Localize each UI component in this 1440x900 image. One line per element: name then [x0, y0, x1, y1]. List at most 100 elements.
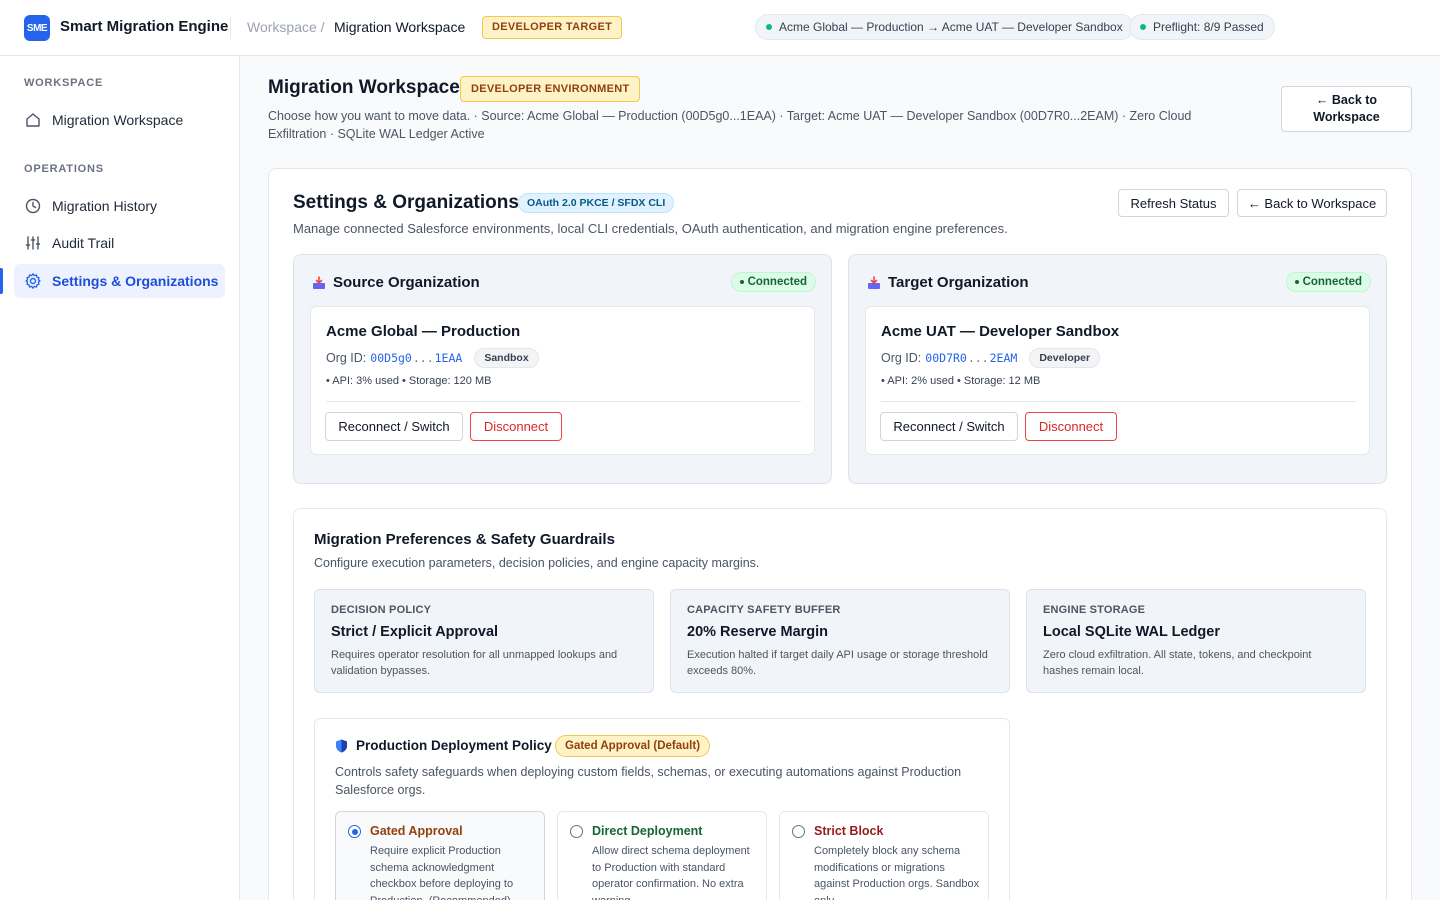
tile-value: 20% Reserve Margin — [687, 624, 829, 640]
reconnect-button[interactable]: Reconnect / Switch — [325, 412, 463, 441]
environment-badge: DEVELOPER ENVIRONMENT — [460, 76, 641, 102]
policy-title-text: Production Deployment Policy — [356, 738, 552, 753]
sidebar-item-label: Migration History — [52, 198, 158, 214]
disconnect-button[interactable]: Disconnect — [1025, 412, 1117, 441]
org-details-card: Acme Global — Production Org ID: 00D5g0.… — [310, 306, 815, 455]
tile-value: Local SQLite WAL Ledger — [1043, 624, 1220, 640]
target-org-panel: Target Organization Connected Acme UAT —… — [848, 254, 1387, 484]
divider — [326, 401, 801, 402]
back-to-workspace-button[interactable]: ← Back to Workspace — [1237, 189, 1387, 217]
settings-subtitle: Manage connected Salesforce environments… — [293, 221, 1008, 236]
org-usage-meta: • API: 3% used • Storage: 120 MB — [326, 375, 492, 387]
option-description: Completely block any schema modification… — [814, 845, 980, 900]
org-id-start: 00D7R0 — [925, 351, 967, 365]
org-heading-text: Target Organization — [888, 274, 1029, 291]
connection-status-pill[interactable]: Acme Global — Production → Acme UAT — De… — [755, 14, 1134, 40]
org-details-card: Acme UAT — Developer Sandbox Org ID: 00D… — [865, 306, 1370, 455]
status-text: Connected — [747, 276, 807, 288]
tile-value: Strict / Explicit Approval — [331, 624, 499, 640]
reconnect-button[interactable]: Reconnect / Switch — [880, 412, 1018, 441]
org-id-end: 1EAA — [434, 351, 463, 365]
clock-icon — [25, 198, 41, 214]
breadcrumb-current: Migration Workspace — [334, 19, 466, 35]
breadcrumb-workspace[interactable]: Workspace / — [247, 19, 325, 35]
tile-label: CAPACITY SAFETY BUFFER — [687, 604, 841, 616]
policy-option-gated-approval[interactable]: Gated Approval Require explicit Producti… — [335, 811, 545, 900]
sidebar-section-operations: OPERATIONS — [24, 163, 104, 175]
policy-subtitle: Controls safety safeguards when deployin… — [335, 765, 962, 797]
policy-option-strict-block[interactable]: Strict Block Completely block any schema… — [779, 811, 989, 900]
divider — [230, 17, 231, 39]
option-description: Require explicit Production schema ackno… — [370, 845, 514, 900]
org-name: Acme UAT — Developer Sandbox — [881, 323, 1120, 340]
target-badge: DEVELOPER TARGET — [482, 16, 623, 39]
option-title: Direct Deployment — [592, 824, 703, 838]
sidebar-item-label: Audit Trail — [52, 235, 115, 251]
status-dot-icon — [766, 24, 772, 30]
org-type-tag: Developer — [1029, 348, 1101, 368]
sidebar-item-label: Settings & Organizations — [52, 273, 219, 289]
sidebar-item-label: Migration Workspace — [52, 112, 184, 128]
app-logo[interactable]: SME — [24, 15, 50, 41]
sidebar-item-settings[interactable]: Settings & Organizations — [14, 264, 225, 298]
org-id: Org ID: 00D7R0... 2EAM Developer — [881, 348, 1101, 368]
disconnect-button[interactable]: Disconnect — [470, 412, 562, 441]
active-indicator — [0, 268, 3, 294]
gear-icon — [25, 273, 41, 289]
policy-option-direct-deployment[interactable]: Direct Deployment Allow direct schema de… — [557, 811, 767, 900]
policy-title: Production Deployment Policy — [335, 738, 552, 753]
status-badge: Connected — [730, 272, 816, 292]
engine-storage-tile: ENGINE STORAGE Local SQLite WAL Ledger Z… — [1026, 589, 1366, 693]
sidebar-section-workspace: WORKSPACE — [24, 77, 104, 89]
shield-icon — [336, 739, 347, 752]
org-name: Acme Global — Production — [326, 323, 521, 340]
preflight-text: Preflight: 8/9 Passed — [1153, 20, 1264, 34]
org-id-end: 2EAM — [989, 351, 1018, 365]
status-dot-icon — [1140, 24, 1146, 30]
tile-description: Execution halted if target daily API usa… — [687, 649, 988, 677]
source-org-heading: Source Organization — [312, 274, 480, 291]
page-title: Migration Workspace — [268, 77, 460, 98]
back-to-workspace-button[interactable]: ← Back to Workspace — [1281, 86, 1412, 132]
app-title: Smart Migration Engine — [60, 18, 229, 35]
inbox-tray-icon — [868, 275, 880, 289]
status-badge: Connected — [1285, 272, 1371, 292]
home-icon — [26, 113, 40, 127]
org-id-label: Org ID: — [326, 351, 367, 365]
preferences-title: Migration Preferences & Safety Guardrail… — [314, 531, 615, 548]
sliders-icon — [25, 236, 41, 250]
org-id-separator: ... — [412, 351, 434, 365]
connection-status-text: Acme Global — Production → Acme UAT — De… — [779, 20, 1123, 34]
tile-label: ENGINE STORAGE — [1043, 604, 1146, 616]
radio-button[interactable] — [570, 825, 583, 838]
preflight-pill[interactable]: Preflight: 8/9 Passed — [1129, 14, 1275, 40]
tile-description: Requires operator resolution for all unm… — [331, 649, 618, 677]
org-id-separator: ... — [967, 351, 989, 365]
org-type-tag: Sandbox — [474, 348, 539, 368]
page-subtitle: Choose how you want to move data. · Sour… — [268, 109, 1192, 141]
capacity-buffer-tile: CAPACITY SAFETY BUFFER 20% Reserve Margi… — [670, 589, 1010, 693]
sidebar: WORKSPACE Migration Workspace OPERATIONS… — [0, 56, 240, 900]
status-dot-icon — [739, 280, 744, 284]
divider — [881, 401, 1356, 402]
option-description: Allow direct schema deployment to Produc… — [592, 845, 750, 900]
preferences-subtitle: Configure execution parameters, decision… — [314, 556, 760, 570]
radio-button[interactable] — [348, 825, 361, 838]
sidebar-item-migration-history[interactable]: Migration History — [14, 189, 225, 223]
org-id: Org ID: 00D5g0... 1EAA Sandbox — [326, 348, 539, 368]
policy-default-badge: Gated Approval (Default) — [555, 735, 711, 757]
tile-label: DECISION POLICY — [331, 604, 432, 616]
sidebar-item-audit-trail[interactable]: Audit Trail — [14, 226, 225, 260]
tile-description: Zero cloud exfiltration. All state, toke… — [1043, 649, 1312, 677]
status-text: Connected — [1302, 276, 1362, 288]
settings-title: Settings & Organizations — [293, 192, 519, 213]
org-id-label: Org ID: — [881, 351, 922, 365]
sidebar-item-migration-workspace[interactable]: Migration Workspace — [14, 103, 225, 137]
radio-button[interactable] — [792, 825, 805, 838]
source-org-panel: Source Organization Connected Acme Globa… — [293, 254, 832, 484]
org-heading-text: Source Organization — [333, 274, 480, 291]
decision-policy-tile: DECISION POLICY Strict / Explicit Approv… — [314, 589, 654, 693]
org-usage-meta: • API: 2% used • Storage: 12 MB — [881, 375, 1041, 387]
refresh-status-button[interactable]: Refresh Status — [1118, 189, 1229, 217]
option-title: Strict Block — [814, 824, 884, 838]
